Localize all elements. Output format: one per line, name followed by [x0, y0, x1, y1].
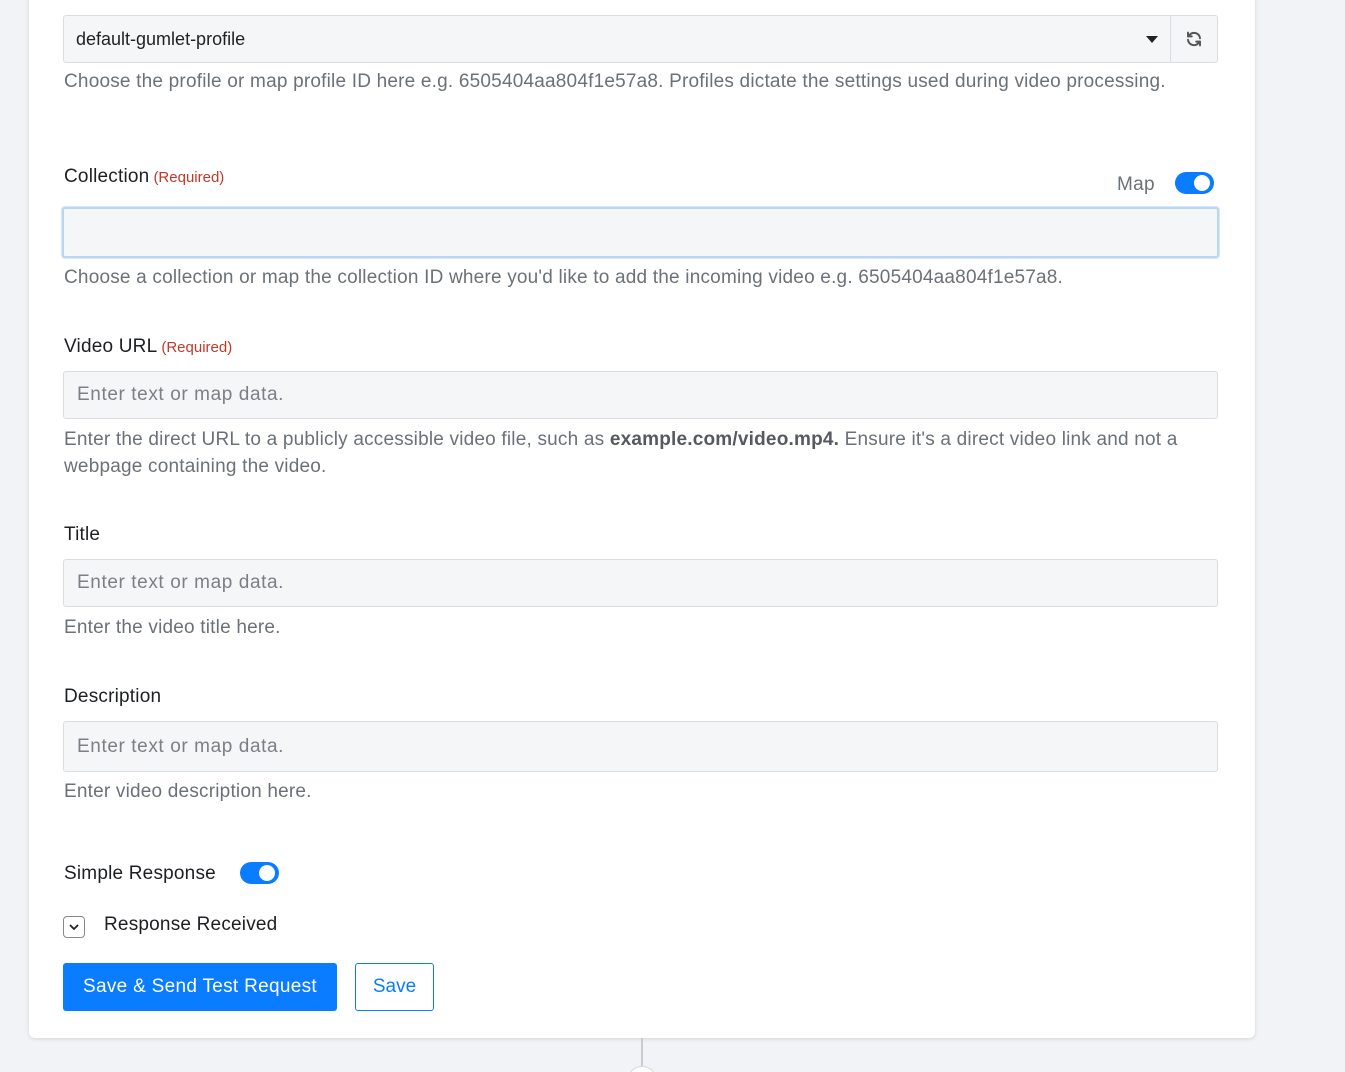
- description-label: Description: [64, 686, 162, 707]
- simple-response-toggle[interactable]: [240, 862, 279, 884]
- simple-response-label: Simple Response: [64, 863, 216, 884]
- map-toggle-label: Map: [1117, 174, 1155, 195]
- flow-connector-node[interactable]: [627, 1066, 657, 1072]
- save-button[interactable]: Save: [355, 963, 434, 1011]
- video-url-help-prefix: Enter the direct URL to a publicly acces…: [64, 429, 610, 450]
- video-url-input[interactable]: Enter text or map data.: [63, 371, 1218, 419]
- description-input[interactable]: Enter text or map data.: [63, 721, 1218, 772]
- map-toggle-knob: [1194, 175, 1210, 191]
- title-input[interactable]: Enter text or map data.: [63, 559, 1218, 607]
- title-label: Title: [64, 524, 101, 545]
- description-help-text: Enter video description here.: [64, 781, 312, 802]
- title-help-text: Enter the video title here.: [64, 617, 281, 638]
- collection-input[interactable]: [62, 207, 1219, 258]
- refresh-icon: [1187, 31, 1201, 47]
- simple-response-toggle-knob: [259, 865, 275, 881]
- video-url-help-text: Enter the direct URL to a publicly acces…: [64, 426, 1214, 480]
- caret-down-icon: [1146, 36, 1158, 43]
- response-received-label: Response Received: [104, 914, 278, 935]
- chevron-down-icon: [69, 924, 79, 930]
- profile-help-text: Choose the profile or map profile ID her…: [64, 71, 1166, 92]
- collection-required-marker: (Required): [153, 169, 225, 186]
- profile-select[interactable]: default-gumlet-profile: [63, 15, 1171, 63]
- collection-label-row: Collection (Required): [64, 166, 224, 188]
- video-url-label-row: Video URL (Required): [64, 336, 232, 358]
- map-toggle[interactable]: [1175, 172, 1214, 194]
- profile-select-value: default-gumlet-profile: [76, 28, 246, 49]
- refresh-profiles-button[interactable]: [1171, 15, 1218, 63]
- save-and-send-test-request-button[interactable]: Save & Send Test Request: [63, 963, 337, 1011]
- video-url-required-marker: (Required): [161, 339, 233, 356]
- response-received-expand-button[interactable]: [63, 916, 85, 938]
- video-url-help-example: example.com/video.mp4.: [609, 429, 840, 450]
- video-url-label: Video URL: [64, 336, 158, 357]
- collection-label: Collection: [64, 166, 150, 187]
- collection-help-text: Choose a collection or map the collectio…: [64, 267, 1064, 288]
